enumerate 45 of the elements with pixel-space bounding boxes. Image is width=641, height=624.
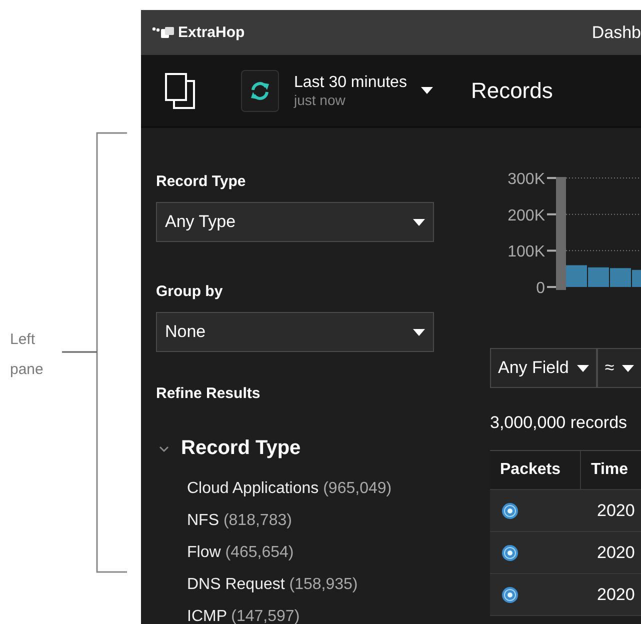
record-count: 3,000,000 records: [490, 413, 628, 433]
operator-dropdown[interactable]: ≈: [596, 348, 641, 388]
table-cell-text: 2020: [596, 500, 635, 520]
copy-icon[interactable]: [165, 72, 195, 108]
refresh-icon: [250, 80, 270, 100]
caret-icon: [413, 328, 425, 336]
bar: [566, 265, 587, 287]
time-range-label: Last 30 minutes: [294, 74, 407, 92]
field-dropdown[interactable]: Any Field: [490, 348, 597, 388]
field-label: Group by: [156, 283, 224, 301]
packets-icon[interactable]: [501, 502, 519, 520]
caret-icon[interactable]: [420, 87, 433, 94]
page-title: Records: [470, 78, 553, 104]
facet-item[interactable]: NFS (818,783): [187, 511, 490, 531]
packets-icon[interactable]: [501, 586, 519, 604]
caret-icon: [622, 364, 634, 372]
section-heading: Refine Results: [156, 385, 262, 403]
caret-icon: [413, 218, 425, 226]
axis-label: 300K: [508, 171, 545, 188]
logo-icon: [152, 26, 176, 40]
column-header[interactable]: Time: [581, 461, 628, 479]
axis-label: 0: [536, 280, 545, 295]
facet-item[interactable]: Cloud Applications (965,049): [187, 479, 490, 499]
facet-item[interactable]: ICMP (147,597): [187, 607, 490, 624]
updated-label: just now: [294, 92, 346, 108]
bar: [588, 267, 609, 287]
chevron-icon[interactable]: [159, 444, 169, 454]
packets-icon[interactable]: [501, 544, 519, 562]
table-cell-text: 2020: [596, 542, 635, 562]
time-range-picker[interactable]: Last 30 minutes just now: [294, 74, 407, 108]
dropdown[interactable]: Any Type: [156, 202, 434, 242]
axis-label: 200K: [508, 207, 545, 224]
refresh-button[interactable]: [241, 70, 279, 112]
callout-label: Left pane: [10, 330, 44, 380]
table-cell-text: 2020: [596, 584, 635, 604]
logo[interactable]: ExtraHop: [152, 24, 245, 41]
facet-item[interactable]: Flow (465,654): [187, 543, 490, 563]
nav-link[interactable]: Dashb: [592, 22, 641, 42]
caret-icon: [576, 364, 589, 372]
facet-heading[interactable]: Record Type: [181, 437, 301, 460]
axis-label: 100K: [508, 244, 545, 261]
field-label: Record Type: [156, 173, 247, 191]
facet-item[interactable]: DNS Request (158,935): [187, 575, 490, 595]
dropdown[interactable]: None: [156, 312, 434, 352]
column-header[interactable]: Packets: [490, 451, 581, 489]
